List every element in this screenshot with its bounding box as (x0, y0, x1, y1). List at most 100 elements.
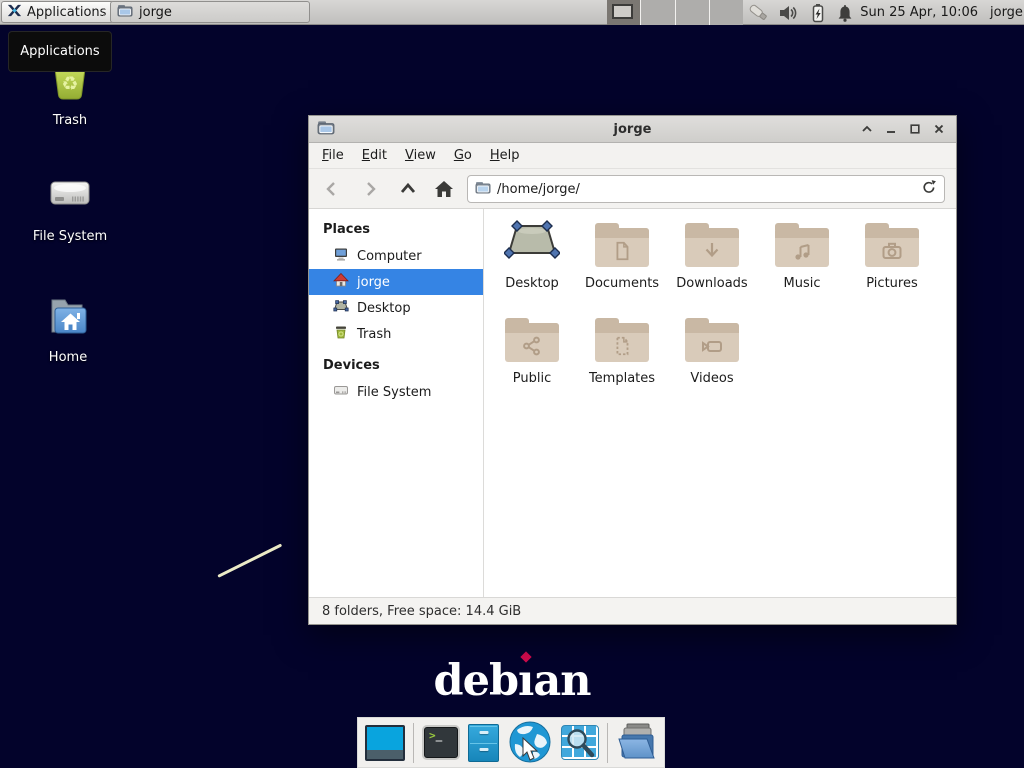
dock-separator (607, 723, 608, 763)
logo-dotless-i: ı (518, 656, 533, 706)
sidebar-item-label: Trash (357, 327, 391, 342)
location-bar[interactable] (467, 175, 945, 203)
folder-label: Public (489, 371, 575, 386)
folder-music[interactable]: Music (759, 219, 845, 291)
bottom-dock: >_ (357, 717, 665, 768)
folder-documents[interactable]: Documents (579, 219, 665, 291)
harddrive-icon (46, 207, 94, 222)
desktop-icon-home[interactable]: Home (20, 291, 116, 365)
folder-label: Downloads (669, 276, 755, 291)
menu-file[interactable]: File (313, 144, 353, 167)
folder-label: Music (759, 276, 845, 291)
statusbar: 8 folders, Free space: 14.4 GiB (309, 597, 956, 624)
folder-pictures[interactable]: Pictures (849, 219, 935, 291)
template-glyph (595, 323, 649, 362)
workspace-4[interactable] (709, 0, 743, 25)
folder-label: Videos (669, 371, 755, 386)
folder-downloads[interactable]: Downloads (669, 219, 755, 291)
menu-edit[interactable]: Edit (353, 144, 396, 167)
camera-glyph (865, 228, 919, 267)
debian-logo: debıan (432, 656, 592, 706)
sidebar-header-places: Places (309, 217, 483, 243)
folder-label: Desktop (489, 276, 575, 291)
applications-menu-label: Applications (27, 5, 106, 20)
sidebar-item-label: jorge (357, 275, 390, 290)
workspace-2[interactable] (640, 0, 674, 25)
share-glyph (505, 323, 559, 362)
desktop-icon-file-system[interactable]: File System (22, 170, 118, 244)
desktop-icon-label: Home (20, 350, 116, 365)
harddrive-icon (333, 382, 349, 402)
maximize-button[interactable] (906, 120, 924, 138)
home-folder-icon (44, 328, 92, 343)
tooltip-text: Applications (20, 44, 99, 59)
workspace-switcher[interactable] (607, 0, 743, 25)
volume-icon[interactable] (777, 2, 799, 24)
back-button[interactable] (319, 176, 345, 202)
dock-separator (413, 723, 414, 763)
sidebar-item-jorge[interactable]: jorge (309, 269, 483, 295)
folder-icon[interactable] (616, 722, 660, 764)
sidebar-item-file-system[interactable]: File System (309, 379, 483, 405)
trash-icon (333, 324, 349, 344)
music-notes-glyph (775, 228, 829, 267)
statusbar-text: 8 folders, Free space: 14.4 GiB (322, 604, 521, 619)
forward-button[interactable] (357, 176, 383, 202)
minimize-button[interactable] (882, 120, 900, 138)
svg-text:♻: ♻ (61, 73, 78, 95)
shade-button[interactable] (858, 120, 876, 138)
workspace-1-active[interactable] (607, 0, 640, 25)
menu-go[interactable]: Go (445, 144, 481, 167)
folder-public[interactable]: Public (489, 314, 575, 386)
stylus-icon[interactable] (748, 2, 770, 24)
show-desktop-icon[interactable] (365, 725, 405, 761)
download-arrow-glyph (685, 228, 739, 267)
menu-view[interactable]: View (396, 144, 445, 167)
folder-templates[interactable]: Templates (579, 314, 665, 386)
up-button[interactable] (395, 176, 421, 202)
app-finder-icon[interactable] (561, 725, 599, 760)
logo-text-post: an (533, 656, 590, 706)
web-browser-icon[interactable] (507, 720, 553, 766)
window-titlebar[interactable]: jorge (309, 116, 956, 143)
folder-label: Templates (579, 371, 665, 386)
path-folder-icon (475, 179, 491, 199)
top-panel: Applications jorge (0, 0, 1024, 25)
applications-menu-button[interactable]: Applications (1, 1, 114, 23)
sidebar-item-label: Computer (357, 249, 422, 264)
file-manager-window: jorge File Edit View Go Help (308, 115, 957, 625)
folder-desktop[interactable]: Desktop (489, 219, 575, 291)
battery-charging-icon[interactable] (807, 2, 829, 24)
workspace-3[interactable] (675, 0, 709, 25)
applications-tooltip: Applications (8, 31, 112, 72)
desktop-icon-label: File System (22, 229, 118, 244)
sidebar-item-desktop[interactable]: Desktop (309, 295, 483, 321)
stray-line-artifact (217, 543, 282, 577)
home-button[interactable] (431, 176, 457, 202)
desktop-pad-icon (504, 217, 560, 267)
reload-icon[interactable] (921, 179, 937, 199)
sidebar-item-computer[interactable]: Computer (309, 243, 483, 269)
home-icon (333, 272, 349, 292)
sidebar-item-trash[interactable]: Trash (309, 321, 483, 347)
menu-help[interactable]: Help (481, 144, 529, 167)
panel-clock[interactable]: Sun 25 Apr, 10:06 (850, 0, 978, 25)
terminal-icon[interactable]: >_ (422, 725, 460, 760)
folder-view[interactable]: Desktop Documents Downloads (484, 209, 956, 597)
folder-videos[interactable]: Videos (669, 314, 755, 386)
location-input[interactable] (497, 182, 915, 197)
computer-icon (333, 246, 349, 266)
toolbar (309, 169, 956, 209)
file-manager-icon[interactable] (468, 724, 499, 762)
taskbar-window-button[interactable]: jorge (110, 1, 310, 23)
panel-handle[interactable] (102, 6, 106, 19)
desktop-icon (333, 298, 349, 318)
close-button[interactable] (930, 120, 948, 138)
video-camera-glyph (685, 323, 739, 362)
workspace-window-thumb (612, 4, 633, 19)
document-glyph (595, 228, 649, 267)
logo-text-pre: deb (434, 656, 519, 706)
desktop-icon-label: Trash (22, 113, 118, 128)
panel-username[interactable]: jorge (990, 0, 1023, 25)
sidebar-item-label: File System (357, 385, 431, 400)
